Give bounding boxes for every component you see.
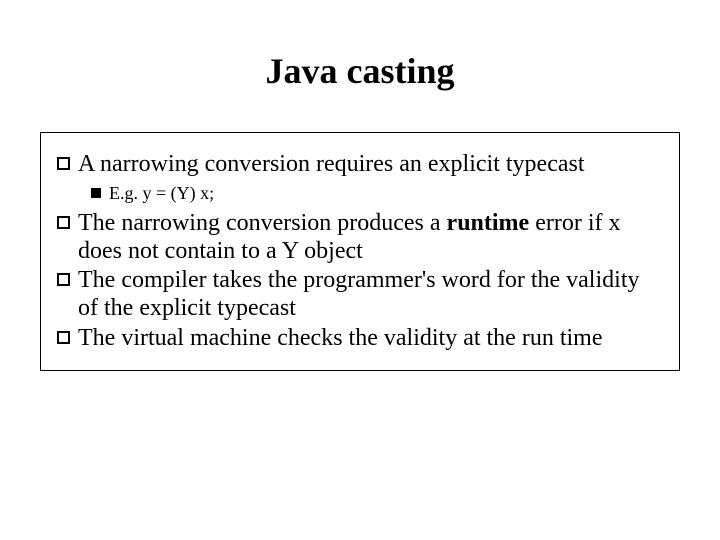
list-item-text: The compiler takes the programmer's word…	[78, 267, 663, 322]
list-item-text: The virtual machine checks the validity …	[78, 325, 663, 353]
slide-title: Java casting	[40, 50, 680, 92]
list-item: The virtual machine checks the validity …	[57, 325, 663, 353]
list-item: The compiler takes the programmer's word…	[57, 267, 663, 322]
bold-text: runtime	[447, 210, 530, 236]
solid-square-icon	[91, 188, 101, 198]
hollow-square-icon	[57, 273, 70, 286]
text-fragment: The narrowing conversion produces a	[78, 210, 447, 236]
hollow-square-icon	[57, 331, 70, 344]
list-item: The narrowing conversion produces a runt…	[57, 210, 663, 265]
content-box: A narrowing conversion requires an expli…	[40, 132, 680, 371]
list-item-text: The narrowing conversion produces a runt…	[78, 210, 663, 265]
hollow-square-icon	[57, 216, 70, 229]
list-item: A narrowing conversion requires an expli…	[57, 151, 663, 179]
slide: Java casting A narrowing conversion requ…	[0, 0, 720, 540]
list-subitem: E.g. y = (Y) x;	[91, 183, 663, 205]
list-item-text: A narrowing conversion requires an expli…	[78, 151, 663, 179]
list-subitem-text: E.g. y = (Y) x;	[109, 183, 663, 205]
hollow-square-icon	[57, 157, 70, 170]
